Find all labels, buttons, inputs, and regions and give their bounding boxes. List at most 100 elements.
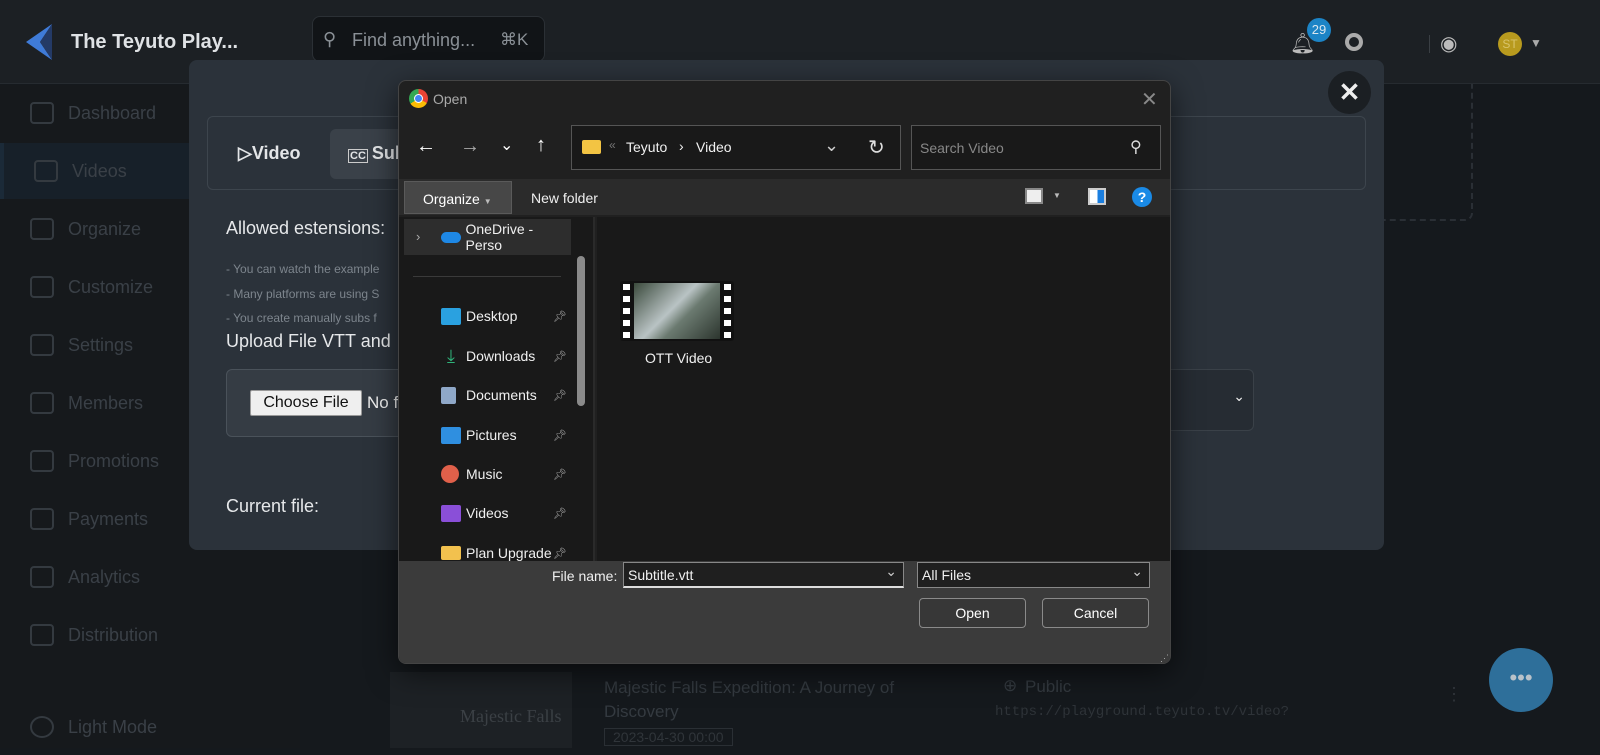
view-options-icon[interactable] [1025, 188, 1043, 204]
label: Organize [423, 191, 480, 207]
search-placeholder: Find anything... [352, 30, 476, 50]
search-icon: ⚲ [323, 29, 337, 49]
refresh-icon[interactable]: ↻ [868, 135, 885, 160]
label: Desktop [466, 308, 518, 324]
nav-item-downloads[interactable]: ⤓ Downloads 📌︎ [404, 340, 571, 372]
video-url[interactable]: https://playground.teyuto.tv/video? [995, 704, 1289, 720]
address-bar[interactable]: « Teyuto › Video ⌄ ↻ [571, 125, 901, 170]
info-bullet: - You create manually subs f [226, 311, 377, 325]
file-name-label: File name: [552, 568, 618, 584]
cancel-button[interactable]: Cancel [1042, 598, 1149, 628]
new-folder-button[interactable]: New folder [531, 190, 598, 206]
light-mode-toggle[interactable]: Light Mode [0, 699, 300, 755]
wallet-icon [30, 508, 54, 530]
info-bullet: - You can watch the example [226, 262, 380, 276]
label: OneDrive - Perso [465, 221, 534, 253]
file-input[interactable]: Choose File No f [226, 369, 426, 437]
preview-pane-icon[interactable] [1088, 188, 1106, 205]
close-icon: ✕ [1338, 77, 1361, 107]
search-video-input[interactable]: Search Video ⚲ [911, 125, 1161, 170]
videos-icon [441, 504, 461, 522]
nav-item-documents[interactable]: Documents 📌︎ [404, 379, 571, 411]
sitemap-icon [30, 218, 54, 240]
pictures-icon [441, 426, 461, 444]
nav-item-onedrive[interactable]: OneDrive - Perso [404, 221, 571, 253]
notification-badge: 29 [1307, 18, 1331, 42]
open-button[interactable]: Open [919, 598, 1026, 628]
chevron-down-icon: ⌄ [1131, 563, 1143, 579]
organize-button[interactable]: Organize ▼ [404, 181, 512, 214]
download-icon: ⤓ [447, 345, 455, 366]
label: Dashboard [68, 102, 157, 123]
avatar[interactable]: ST [1498, 32, 1522, 56]
film-strip [623, 284, 630, 338]
info-bullet: - Many platforms are using S [226, 287, 380, 301]
file-type-select[interactable]: All Files ⌄ [917, 562, 1150, 588]
recent-chevron-icon[interactable]: ⌄ [500, 135, 513, 155]
view-caret-icon[interactable]: ▼ [1053, 191, 1061, 200]
nav-item-desktop[interactable]: Desktop 📌︎ [404, 300, 571, 332]
pin-icon[interactable]: 📌︎ [553, 468, 567, 481]
resize-grip-icon[interactable]: ⋰ [1160, 653, 1169, 663]
choose-file-button[interactable]: Choose File [250, 390, 362, 416]
folder-icon [582, 140, 601, 154]
folder-icon [441, 546, 461, 560]
tab-video[interactable]: ▷Video [238, 143, 301, 164]
sidebar-item-distribution[interactable]: Distribution [0, 607, 300, 663]
nav-scrollbar[interactable] [577, 256, 585, 406]
label: Documents [466, 387, 537, 403]
caret-down-icon[interactable]: ▼ [1530, 36, 1542, 50]
dialog-close-icon[interactable]: ✕ [1141, 87, 1158, 112]
file-item-thumbnail[interactable] [620, 281, 734, 341]
users-icon [30, 392, 54, 414]
address-dropdown-icon[interactable]: ⌄ [824, 135, 839, 156]
label: Music [466, 466, 503, 482]
cloud-icon [441, 231, 461, 243]
current-file-label: Current file: [226, 496, 320, 516]
breadcrumb-teyuto[interactable]: Teyuto [626, 139, 667, 155]
upload-heading: Upload File VTT and [226, 331, 391, 351]
video-title[interactable]: Majestic Falls Expedition: A Journey of … [604, 676, 954, 724]
desktop-icon [441, 307, 461, 325]
label: Downloads [466, 348, 536, 364]
pin-icon[interactable]: 📌︎ [553, 507, 567, 520]
nav-item-music[interactable]: Music 📌︎ [404, 458, 571, 490]
back-arrow-icon[interactable]: ← [416, 135, 436, 158]
film-strip [724, 284, 731, 338]
chat-bubble-button[interactable]: ••• [1489, 648, 1553, 712]
video-thumbnail[interactable]: Majestic Falls [390, 672, 572, 748]
document-icon [441, 386, 456, 404]
no-file-text: No f [367, 393, 399, 412]
divider [413, 276, 561, 277]
file-list: OTT Video [597, 217, 1170, 561]
forward-arrow-icon[interactable]: → [460, 135, 480, 158]
overflow-chevron: « [609, 138, 616, 152]
open-file-dialog: Open ✕ ← → ⌄ ↑ « Teyuto › Video ⌄ ↻ Sear… [398, 80, 1171, 664]
help-icon[interactable]: ? [1132, 187, 1152, 207]
devices-icon [30, 624, 54, 646]
up-arrow-icon[interactable]: ↑ [536, 134, 546, 157]
sidebar-item-analytics[interactable]: Analytics [0, 549, 300, 605]
tab-label: Video [251, 143, 301, 163]
file-item-name[interactable]: OTT Video [645, 350, 712, 366]
help-lifebuoy-icon[interactable] [1345, 33, 1363, 51]
nav-item-videos[interactable]: Videos 📌︎ [404, 497, 571, 529]
kebab-menu-icon[interactable]: ⋮ [1445, 684, 1463, 705]
chrome-icon [409, 89, 428, 108]
chevron-down-icon[interactable]: ⌄ [885, 563, 897, 580]
cc-icon: CC [348, 149, 368, 163]
nav-item-pictures[interactable]: Pictures 📌︎ [404, 419, 571, 451]
gear-icon [30, 716, 54, 738]
pin-icon[interactable]: 📌︎ [553, 547, 567, 560]
label: Videos [466, 505, 509, 521]
search-input[interactable]: ⚲ Find anything... ⌘K [312, 16, 545, 62]
pin-icon[interactable]: 📌︎ [553, 389, 567, 402]
pin-icon[interactable]: 📌︎ [553, 350, 567, 363]
breadcrumb-video[interactable]: Video [696, 139, 732, 155]
eye-icon[interactable]: ◉ [1440, 31, 1457, 56]
pin-icon[interactable]: 📌︎ [553, 310, 567, 323]
modal-close-button[interactable]: ✕ [1328, 71, 1371, 114]
pin-icon[interactable]: 📌︎ [553, 429, 567, 442]
file-name-input[interactable]: Subtitle.vtt ⌄ [623, 562, 904, 588]
play-icon: ▷ [238, 143, 252, 163]
